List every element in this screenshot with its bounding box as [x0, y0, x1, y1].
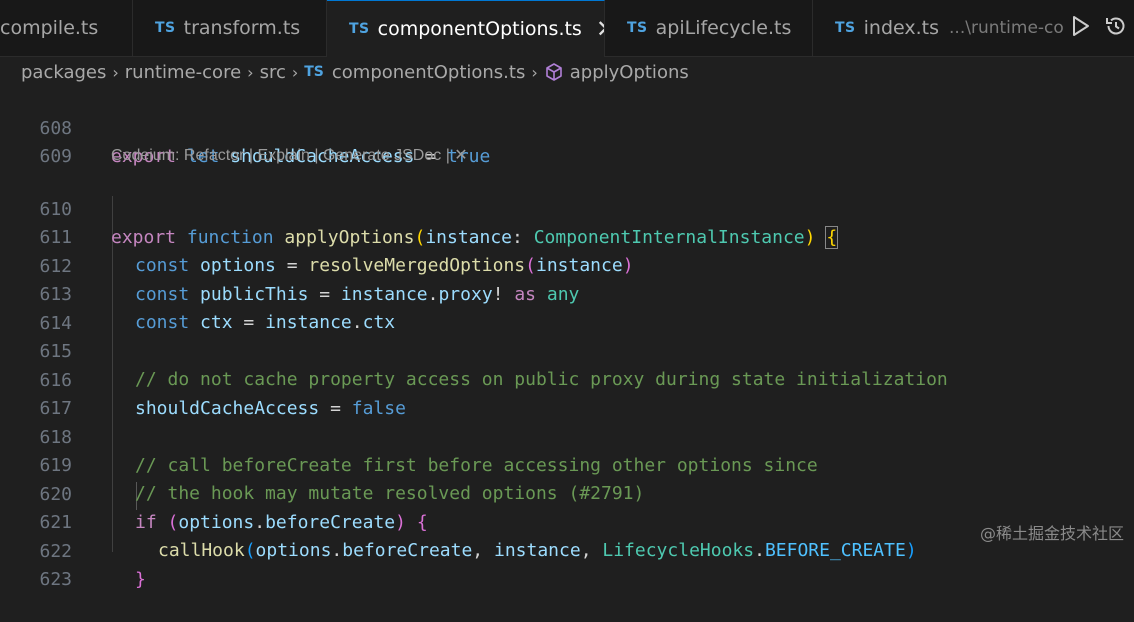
ts-file-icon: TS — [835, 20, 856, 36]
ts-file-icon: TS — [155, 20, 176, 36]
code-line: 623 — [0, 538, 1134, 590]
breadcrumb-item-packages[interactable]: packages — [21, 62, 106, 83]
code-line: 608 export let shouldCacheAccess = true — [0, 87, 1134, 167]
breadcrumb-item-file[interactable]: componentOptions.ts — [332, 62, 525, 83]
tab-path: ...\runtime-core — [949, 18, 1063, 38]
code-line: 621 callHook(options.beforeCreate, insta… — [0, 481, 1134, 561]
code-line: 619 // the hook may mutate resolved opti… — [0, 424, 1134, 504]
tab-actions — [1064, 0, 1134, 56]
history-icon[interactable] — [1104, 14, 1128, 42]
code-line: 610 export function applyOptions(instanc… — [0, 168, 1134, 249]
code-editor[interactable]: 608 export let shouldCacheAccess = true … — [0, 87, 1134, 590]
chevron-right-icon: › — [291, 62, 299, 82]
tab-index-ts[interactable]: TS index.ts ...\runtime-core — [813, 0, 1063, 56]
code-line: 615 // do not cache property access on p… — [0, 310, 1134, 390]
editor-tab-bar: TS compile.ts TS transform.ts TS compone… — [0, 0, 1134, 57]
run-icon[interactable] — [1071, 15, 1091, 41]
code-line: 614 — [0, 282, 1134, 334]
codeium-codelens[interactable]: Codeium: Refactor | Explain | Generate J… — [111, 144, 468, 168]
chevron-right-icon: › — [112, 62, 119, 82]
breadcrumb-item-src[interactable]: src — [260, 62, 286, 83]
code-line: 613 const ctx = instance.ctx — [0, 253, 1134, 333]
watermark: @稀土掘金技术社区 — [979, 524, 1124, 543]
chevron-right-icon: › — [247, 62, 254, 82]
code-line: 616 shouldCacheAccess = false — [0, 339, 1134, 419]
code-line: 617 — [0, 367, 1134, 419]
ts-file-icon: TS — [627, 20, 648, 36]
line-number: 623 — [39, 569, 72, 590]
tab-label: transform.ts — [183, 17, 301, 39]
tab-label: index.ts — [863, 17, 940, 39]
code-line: 609 — [0, 115, 1134, 167]
tab-componentOptions-ts[interactable]: TS componentOptions.ts ✕ — [327, 0, 605, 57]
tab-label: apiLifecycle.ts — [655, 17, 792, 39]
code-line: 620 if (options.beforeCreate) { — [0, 453, 1134, 533]
breadcrumb: packages › runtime-core › src › TS compo… — [0, 57, 1134, 87]
tab-apiLifecycle-ts[interactable]: TS apiLifecycle.ts — [605, 0, 813, 56]
tab-compile-ts[interactable]: TS compile.ts — [0, 0, 133, 56]
breadcrumb-item-symbol[interactable]: applyOptions — [570, 62, 689, 83]
code-line: 618 // call beforeCreate first before ac… — [0, 396, 1134, 476]
close-icon[interactable]: ✕ — [596, 17, 604, 41]
tab-label: componentOptions.ts — [377, 18, 582, 40]
ts-file-icon: TS — [349, 21, 370, 37]
tab-transform-ts[interactable]: TS transform.ts — [133, 0, 327, 56]
ts-file-icon: TS — [304, 64, 324, 80]
code-line: 611 const options = resolveMergedOptions… — [0, 196, 1134, 276]
breadcrumb-item-runtime-core[interactable]: runtime-core — [125, 62, 241, 83]
cube-icon — [544, 62, 564, 82]
line-code: } — [135, 569, 146, 590]
code-line: 612 const publicThis = instance.proxy! a… — [0, 225, 1134, 305]
tab-label: compile.ts — [0, 17, 99, 39]
line-number: 609 — [39, 146, 72, 167]
code-line: 622 } — [0, 510, 1134, 590]
chevron-right-icon: › — [531, 62, 538, 82]
